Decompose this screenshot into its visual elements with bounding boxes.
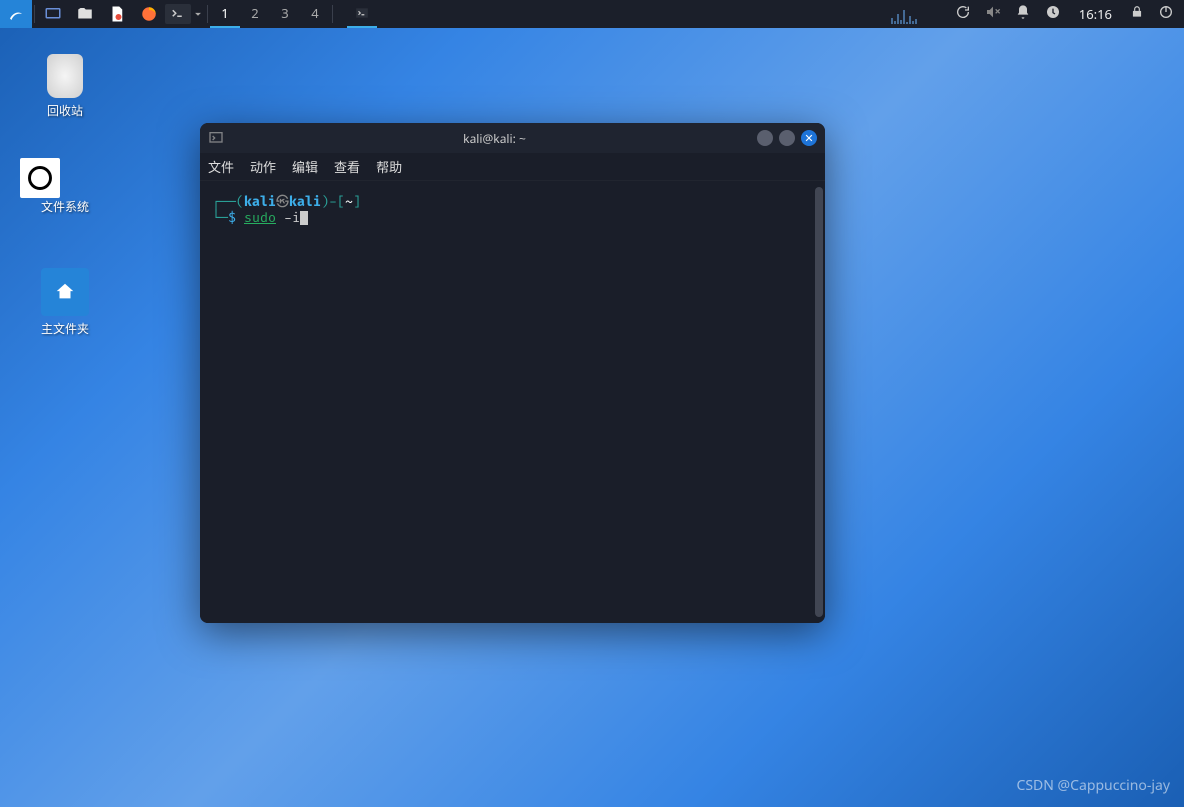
window-terminal-icon [208,130,224,146]
minimize-button[interactable] [757,130,773,146]
file-manager-icon[interactable] [69,0,101,28]
prompt-line-2: └─$ sudo -i [212,210,813,226]
taskbar-terminal[interactable] [347,0,377,28]
workspace-2[interactable]: 2 [240,0,270,28]
terminal-body[interactable]: ┌──(kali㉿kali)-[~] └─$ sudo -i [200,181,825,623]
terminal-launcher-icon[interactable] [165,4,191,24]
scrollbar-thumb[interactable] [815,187,823,617]
home-folder-icon [41,268,89,316]
terminal-menubar: 文件 动作 编辑 查看 帮助 [200,153,825,181]
command-text: sudo [244,210,276,226]
filesystem-icon [20,158,60,198]
trash-icon [47,54,83,98]
menu-help[interactable]: 帮助 [376,157,402,176]
text-editor-icon[interactable] [101,0,133,28]
terminal-titlebar[interactable]: kali@kali: ~ ✕ [200,123,825,153]
home-desktop-icon[interactable]: 主文件夹 [20,268,110,337]
volume-muted-icon[interactable] [985,4,1001,24]
kali-menu-icon[interactable] [0,0,32,28]
separator [332,5,333,23]
workspace-4[interactable]: 4 [300,0,330,28]
terminal-window[interactable]: kali@kali: ~ ✕ 文件 动作 编辑 查看 帮助 ┌──(kali㉿k… [200,123,825,623]
trash-desktop-icon[interactable]: 回收站 [20,54,110,119]
window-controls: ✕ [757,130,817,146]
desktop[interactable]: 回收站 文件系统 主文件夹 kali@kali: ~ ✕ 文件 动作 [0,28,1184,807]
cursor-icon [300,211,308,225]
close-button[interactable]: ✕ [801,130,817,146]
lock-icon[interactable] [1130,5,1144,23]
workspace-3[interactable]: 3 [270,0,300,28]
window-title: kali@kali: ~ [232,130,757,147]
top-panel: 1 2 3 4 16:16 [0,0,1184,28]
scrollbar[interactable] [815,187,823,617]
updates-icon[interactable] [1045,4,1061,24]
workspace-1[interactable]: 1 [210,0,240,28]
menu-actions[interactable]: 动作 [250,157,276,176]
menu-edit[interactable]: 编辑 [292,157,318,176]
power-icon[interactable] [1158,4,1174,24]
clock[interactable]: 16:16 [1075,5,1116,23]
refresh-icon[interactable] [955,4,971,24]
workspace-switcher: 1 2 3 4 [210,0,330,28]
desktop-show-icon[interactable] [37,0,69,28]
filesystem-label: 文件系统 [20,198,110,215]
menu-view[interactable]: 查看 [334,157,360,176]
maximize-button[interactable] [779,130,795,146]
notification-bell-icon[interactable] [1015,4,1031,24]
panel-right: 16:16 [891,4,1184,24]
firefox-icon[interactable] [133,0,165,28]
menu-file[interactable]: 文件 [208,157,234,176]
watermark: CSDN @Cappuccino-jay [1017,776,1170,795]
home-label: 主文件夹 [20,320,110,337]
terminal-dropdown-icon[interactable] [191,0,205,28]
prompt-line-1: ┌──(kali㉿kali)-[~] [212,191,813,210]
panel-left: 1 2 3 4 [0,0,377,28]
filesystem-desktop-icon[interactable]: 文件系统 [20,158,110,215]
separator [34,5,35,23]
trash-label: 回收站 [20,102,110,119]
separator [207,5,208,23]
network-graph-icon[interactable] [891,4,941,24]
